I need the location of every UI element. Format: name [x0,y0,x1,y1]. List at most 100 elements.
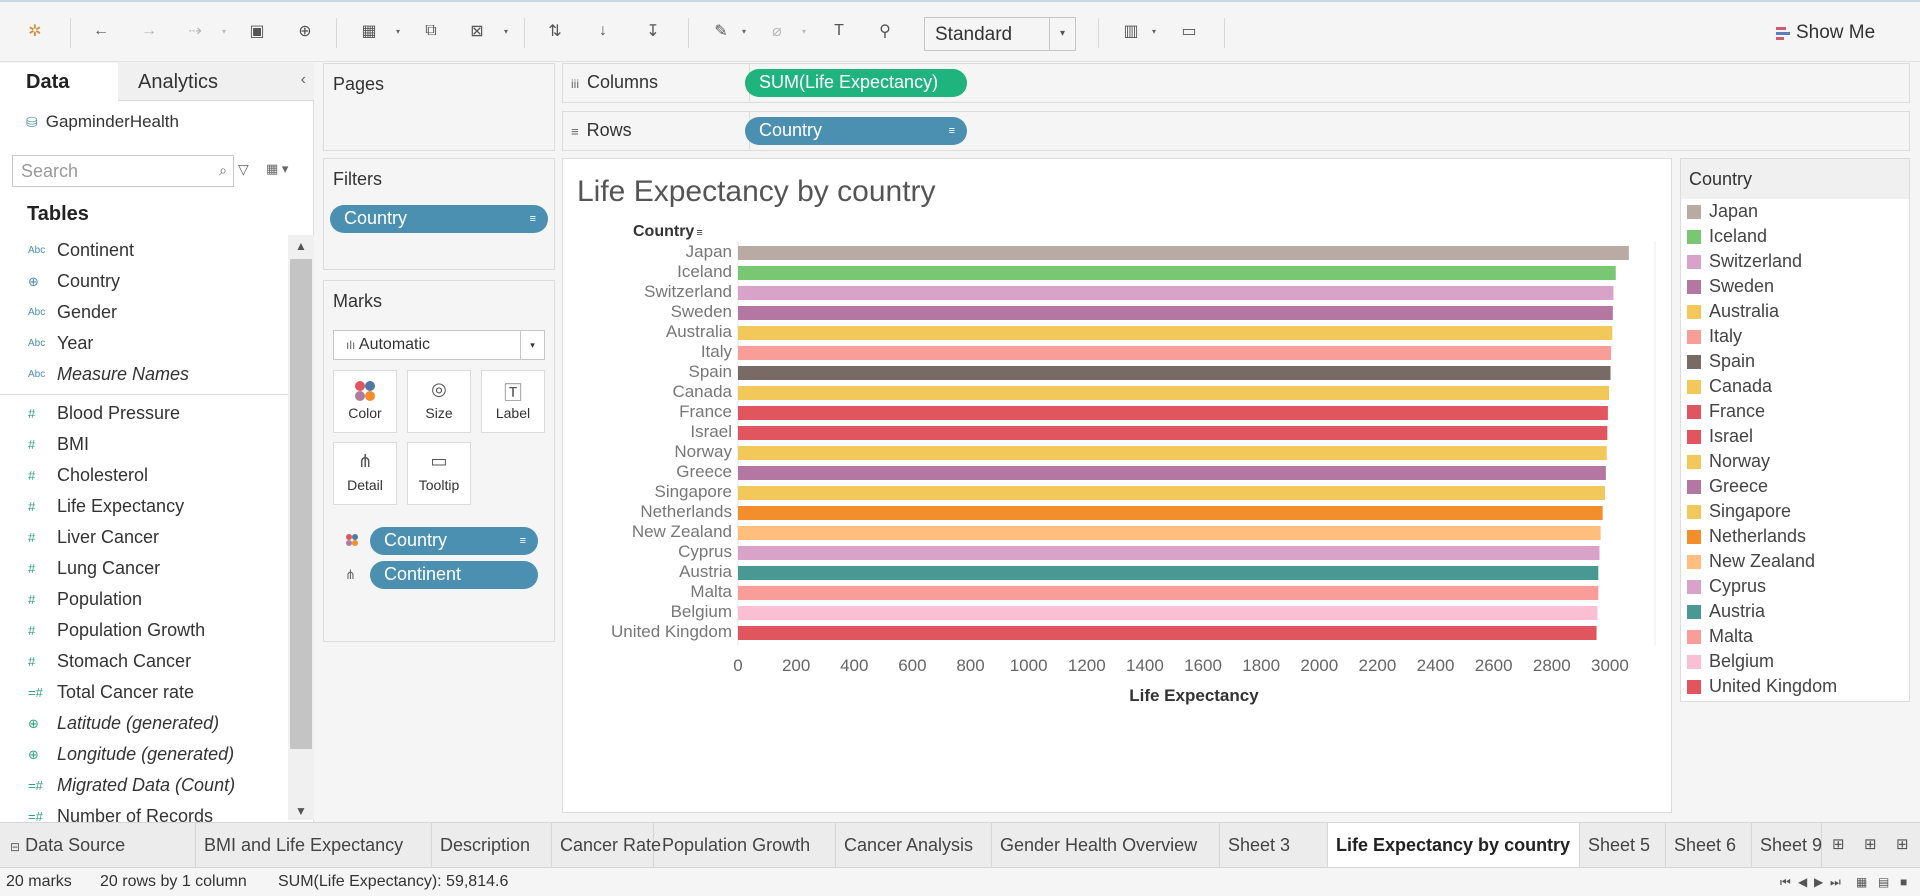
marks-detail-button[interactable]: ⋔ Detail [333,442,397,505]
sheet-tab[interactable]: Sheet 3 [1220,823,1328,867]
legend-item[interactable]: Belgium [1681,649,1909,674]
replay-caret-icon[interactable]: ▾ [222,27,226,36]
field-bmi[interactable]: # BMI [0,429,288,460]
show-cards-caret-icon[interactable]: ▾ [1152,27,1156,36]
category-label[interactable]: Spain [689,362,732,381]
marks-color-button[interactable]: Color [333,370,397,433]
rows-pill-country[interactable]: Country ≡ [745,117,967,145]
category-label[interactable]: New Zealand [632,522,732,541]
field-migrated-data-count[interactable]: =# Migrated Data (Count) [0,770,288,801]
legend-item[interactable]: Israel [1681,424,1909,449]
bar[interactable] [738,306,1613,320]
legend-item[interactable]: Norway [1681,449,1909,474]
category-label[interactable]: Sweden [671,302,732,321]
legend-item[interactable]: France [1681,399,1909,424]
duplicate-icon[interactable]: ⧉ [418,18,444,44]
group-icon[interactable]: ⌀ [764,18,790,44]
bar[interactable] [738,366,1611,380]
legend-item[interactable]: Cyprus [1681,574,1909,599]
field-cholesterol[interactable]: # Cholesterol [0,460,288,491]
bar[interactable] [738,266,1616,280]
legend-item[interactable]: Greece [1681,474,1909,499]
group-caret-icon[interactable]: ▾ [802,27,806,36]
highlight-icon[interactable]: ✎ [708,18,734,44]
bar[interactable] [738,246,1629,260]
field-stomach-cancer[interactable]: # Stomach Cancer [0,646,288,677]
bar[interactable] [738,286,1614,300]
replay-icon[interactable]: ⇢ [182,18,208,44]
sheet-tab[interactable]: Gender Health Overview [992,823,1220,867]
tab-data[interactable]: Data [0,63,118,101]
category-label[interactable]: Japan [686,242,732,261]
marks-label-button[interactable]: 🅃 Label [481,370,545,433]
pages-card[interactable]: Pages [323,63,555,151]
bar[interactable] [738,386,1610,400]
previous-sheet-icon[interactable]: ◀ [1798,875,1807,889]
sheet-tab[interactable]: Population Growth [654,823,836,867]
bar[interactable] [738,526,1601,540]
sheet-tab[interactable]: Sheet 9 [1752,823,1822,867]
category-label[interactable]: Italy [701,342,733,361]
field-gender[interactable]: Abc Gender [0,297,288,328]
scroll-up-icon[interactable]: ▲ [288,239,314,253]
marks-pill-country[interactable]: Country ≡ [370,527,538,555]
new-dashboard-tab-icon[interactable]: ⊞ [1864,835,1877,853]
category-label[interactable]: United Kingdom [611,622,732,641]
bar[interactable] [738,606,1598,620]
category-label[interactable]: Belgium [671,602,732,621]
bar[interactable] [738,406,1608,420]
category-label[interactable]: Austria [679,562,732,581]
field-life-expectancy[interactable]: # Life Expectancy [0,491,288,522]
filter-pill-country[interactable]: Country ≡ [330,205,548,233]
highlight-caret-icon[interactable]: ▾ [742,27,746,36]
next-sheet-icon[interactable]: ▶ [1814,875,1823,889]
tableau-logo-icon[interactable]: ✲ [22,18,48,44]
legend-item[interactable]: Malta [1681,624,1909,649]
bar[interactable] [738,326,1613,340]
sheet-tab[interactable]: Sheet 5 [1580,823,1666,867]
field-total-cancer-rate[interactable]: =# Total Cancer rate [0,677,288,708]
bar[interactable] [738,446,1607,460]
bar[interactable] [738,546,1600,560]
field-lung-cancer[interactable]: # Lung Cancer [0,553,288,584]
legend-item[interactable]: Japan [1681,199,1909,224]
columns-shelf[interactable]: iii Columns SUM(Life Expectancy) [562,63,1910,103]
sort-descending-icon[interactable]: ↧ [640,18,666,44]
new-datasource-icon[interactable]: ⊕ [292,18,318,44]
sheet-tab[interactable]: Life Expectancy by country [1328,823,1580,867]
filters-card[interactable]: Filters Country ≡ [323,158,555,270]
category-label[interactable]: Malta [690,582,732,601]
legend-item[interactable]: Switzerland [1681,249,1909,274]
category-label[interactable]: Norway [674,442,732,461]
columns-pill-life-expectancy[interactable]: SUM(Life Expectancy) [745,69,967,97]
field-year[interactable]: Abc Year [0,328,288,359]
legend-item[interactable]: United Kingdom [1681,674,1909,699]
bar[interactable] [738,566,1599,580]
category-label[interactable]: Iceland [677,262,732,281]
marks-size-button[interactable]: ◎ Size [407,370,471,433]
category-label[interactable]: Switzerland [644,282,732,301]
view-options-icon[interactable]: ▦ ▾ [266,161,288,177]
bar[interactable] [738,586,1599,600]
field-continent[interactable]: Abc Continent [0,235,288,266]
rows-shelf[interactable]: ≡ Rows Country ≡ [562,111,1910,151]
first-sheet-icon[interactable]: ⏮ [1780,875,1791,890]
field-latitude-generated[interactable]: ⊕ Latitude (generated) [0,708,288,739]
bar[interactable] [738,466,1606,480]
legend-item[interactable]: Canada [1681,374,1909,399]
show-cards-icon[interactable]: ▥ [1118,18,1144,44]
field-country[interactable]: ⊕ Country [0,266,288,297]
sheet-tab[interactable]: Cancer Rate [552,823,661,867]
marks-pill-continent[interactable]: Continent [370,561,538,589]
field-list-scrollbar[interactable]: ▲ ▼ [288,235,314,820]
legend-item[interactable]: Austria [1681,599,1909,624]
category-label[interactable]: Israel [690,422,732,441]
clear-caret-icon[interactable]: ▾ [504,27,508,36]
sheet-sorter-icon[interactable]: ▦ [1856,875,1867,889]
legend-item[interactable]: Spain [1681,349,1909,374]
bar[interactable] [738,486,1605,500]
legend-item[interactable]: Singapore [1681,499,1909,524]
category-label[interactable]: Singapore [654,482,732,501]
bar[interactable] [738,626,1597,640]
sheet-tab[interactable]: Description [432,823,552,867]
